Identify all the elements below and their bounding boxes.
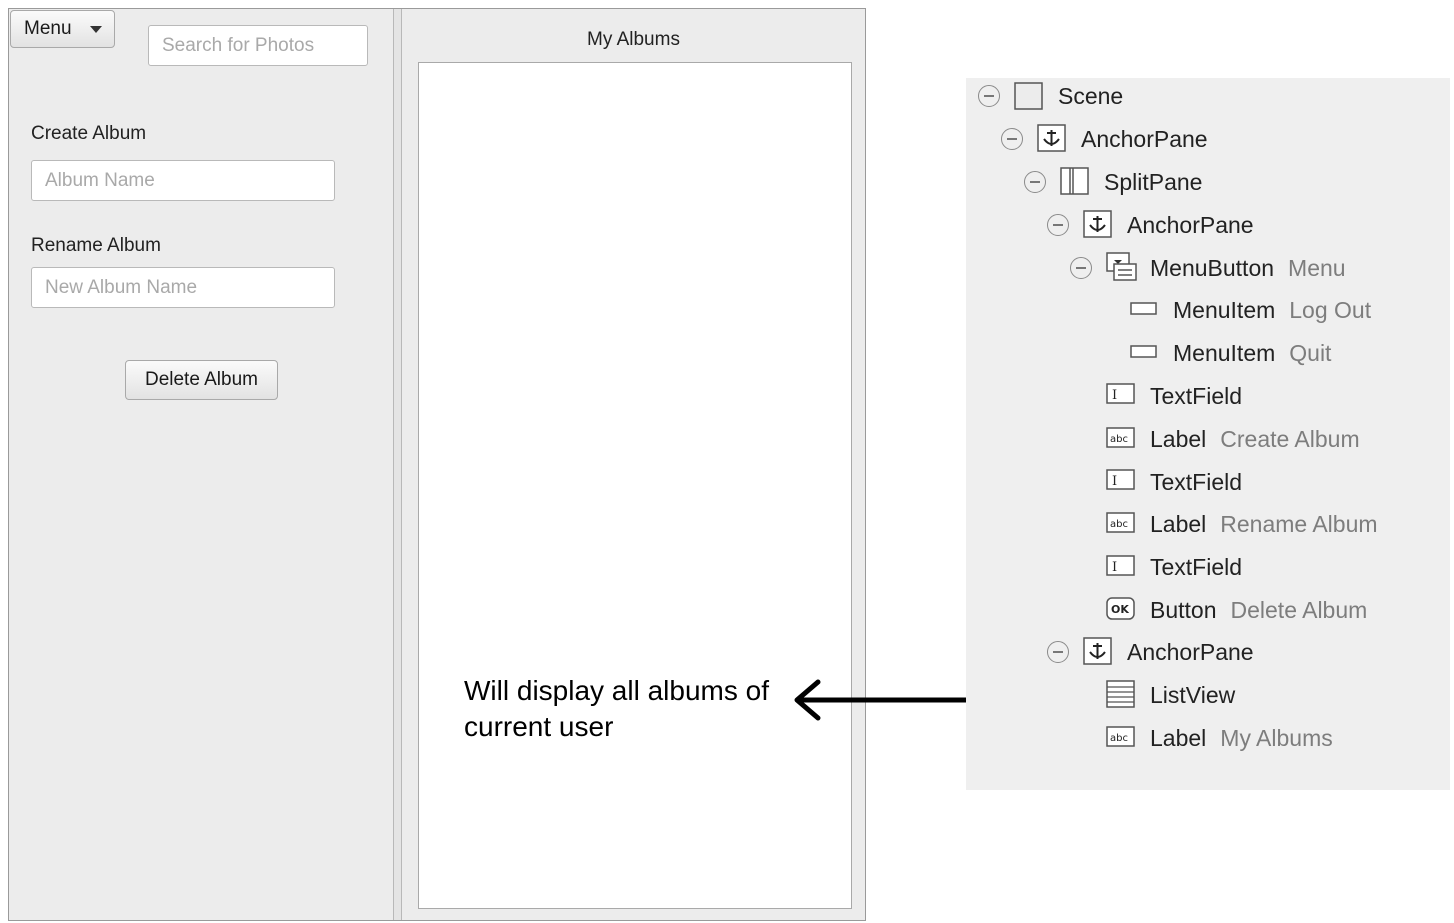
tree-item-type: ListView (1150, 681, 1236, 708)
albums-list-view[interactable] (418, 62, 852, 909)
svg-text:abc: abc (1110, 434, 1128, 445)
tree-item-type: AnchorPane (1127, 638, 1254, 665)
tree-item-type: AnchorPane (1081, 125, 1208, 152)
tree-item-textfield[interactable]: TextField (1150, 547, 1242, 587)
text-field-icon: I (1106, 469, 1136, 491)
annotation-line-2: current user (464, 711, 614, 742)
my-albums-title: My Albums (587, 29, 680, 50)
tree-item-menuitem[interactable]: MenuItem Log Out (1173, 290, 1371, 330)
menu-item-icon (1130, 344, 1158, 360)
scene-icon (1014, 82, 1044, 110)
tree-item-type: MenuItem (1173, 339, 1276, 366)
tree-item-type: Label (1150, 425, 1207, 452)
search-input[interactable] (148, 25, 368, 66)
text-field-icon: I (1106, 555, 1136, 577)
tree-item-type: TextField (1150, 468, 1243, 495)
button-ok-icon: OK (1106, 597, 1136, 621)
split-pane-divider[interactable] (393, 9, 402, 920)
tree-item-splitpane[interactable]: SplitPane (1104, 162, 1202, 202)
tree-item-type: MenuItem (1173, 296, 1276, 323)
label-icon: abc (1106, 512, 1136, 534)
hierarchy-panel: Scene AnchorPane SplitPane AnchorPane Me… (966, 78, 1450, 790)
menu-button[interactable]: Menu (10, 10, 115, 48)
tree-item-text: Menu (1288, 254, 1346, 281)
tree-item-button[interactable]: Button Delete Album (1150, 590, 1367, 630)
tree-item-type: TextField (1150, 553, 1243, 580)
collapse-icon[interactable] (1047, 641, 1069, 663)
split-pane-icon (1060, 167, 1090, 195)
menu-item-icon (1130, 301, 1158, 317)
tree-item-anchorpane[interactable]: AnchorPane (1081, 119, 1208, 159)
list-view-icon (1106, 680, 1136, 708)
anchor-icon (1083, 210, 1113, 238)
svg-text:abc: abc (1110, 519, 1128, 530)
svg-text:I: I (1112, 560, 1117, 575)
album-name-input[interactable] (31, 160, 335, 201)
delete-album-button-label: Delete Album (144, 369, 258, 390)
svg-text:abc: abc (1110, 733, 1128, 744)
tree-item-text: My Albums (1220, 724, 1333, 751)
create-album-label: Create Album (31, 123, 147, 144)
label-icon: abc (1106, 427, 1136, 449)
right-pane: My Albums (402, 9, 865, 920)
tree-item-text: Rename Album (1220, 510, 1378, 537)
delete-album-button[interactable]: Delete Album (125, 360, 278, 400)
chevron-down-icon (90, 26, 102, 33)
tree-item-text: Log Out (1289, 296, 1372, 323)
app-window: Menu Create Album Rename Album Delete Al… (8, 8, 866, 921)
collapse-icon[interactable] (1047, 214, 1069, 236)
tree-item-type: Button (1150, 596, 1217, 623)
tree-item-anchorpane[interactable]: AnchorPane (1127, 205, 1254, 245)
tree-item-text: Quit (1289, 339, 1332, 366)
anchor-icon (1037, 124, 1067, 152)
tree-item-type: Label (1150, 724, 1207, 751)
collapse-icon[interactable] (1001, 128, 1023, 150)
tree-item-text: Delete Album (1230, 596, 1368, 623)
tree-item-type: MenuButton (1150, 254, 1275, 281)
svg-text:OK: OK (1111, 603, 1129, 616)
svg-text:I: I (1112, 388, 1117, 403)
text-field-icon: I (1106, 383, 1136, 405)
tree-item-menuitem[interactable]: MenuItem Quit (1173, 333, 1331, 373)
collapse-icon[interactable] (978, 85, 1000, 107)
tree-item-text: Create Album (1220, 425, 1360, 452)
tree-item-label[interactable]: Label My Albums (1150, 718, 1333, 758)
label-icon: abc (1106, 726, 1136, 748)
tree-item-textfield[interactable]: TextField (1150, 462, 1242, 502)
tree-item-type: SplitPane (1104, 168, 1203, 195)
tree-item-menubutton[interactable]: MenuButton Menu (1150, 248, 1346, 288)
tree-item-listview[interactable]: ListView (1150, 675, 1235, 715)
tree-item-type: Label (1150, 510, 1207, 537)
anchor-icon (1083, 637, 1113, 665)
rename-album-label: Rename Album (31, 235, 161, 256)
annotation-line-1: Will display all albums of (464, 675, 769, 706)
tree-item-type: AnchorPane (1127, 211, 1254, 238)
tree-item-type: Scene (1058, 82, 1124, 109)
annotation-note: Will display all albums of current user (464, 673, 804, 745)
new-album-name-input[interactable] (31, 267, 335, 308)
tree-item-type: TextField (1150, 382, 1243, 409)
tree-item-label[interactable]: Label Rename Album (1150, 504, 1378, 544)
left-pane: Menu Create Album Rename Album Delete Al… (9, 9, 393, 920)
tree-item-scene[interactable]: Scene (1058, 76, 1123, 116)
tree-item-textfield[interactable]: TextField (1150, 376, 1242, 416)
menu-button-icon (1106, 252, 1138, 282)
svg-text:I: I (1112, 474, 1117, 489)
tree-item-label[interactable]: Label Create Album (1150, 419, 1360, 459)
collapse-icon[interactable] (1024, 171, 1046, 193)
collapse-icon[interactable] (1070, 257, 1092, 279)
menu-button-label: Menu (24, 18, 72, 39)
tree-item-anchorpane[interactable]: AnchorPane (1127, 632, 1254, 672)
